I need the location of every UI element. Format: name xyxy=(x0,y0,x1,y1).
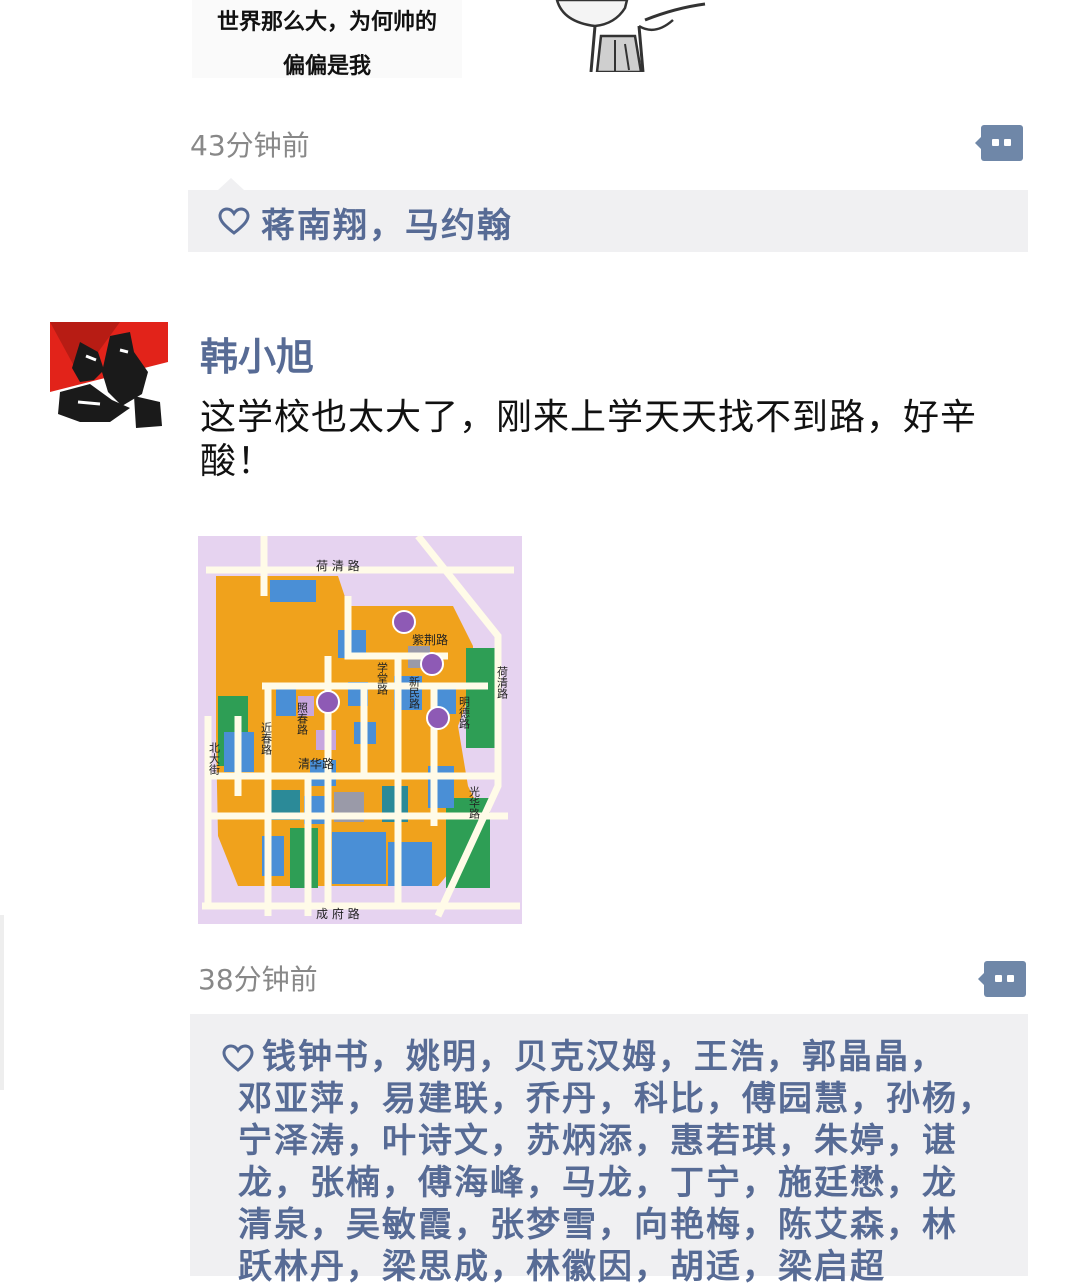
map-label-top-road: 荷 清 路 xyxy=(316,558,360,573)
campus-map-image[interactable]: 荷 清 路 紫荆路 清华路 成 府 路 荷清路 学堂路 新民路 明德路 照春路 … xyxy=(198,536,522,924)
map-label-qinghua: 清华路 xyxy=(298,756,334,771)
map-label-guanghua: 光华路 xyxy=(468,785,481,820)
likes-line[interactable]: 跃林丹，梁思成，林徽因，胡适，梁启超 xyxy=(238,1246,886,1288)
likes-line[interactable]: 邓亚萍，易建联，乔丹，科比，傅园慧，孙杨， xyxy=(238,1078,994,1120)
likes-panel-2: 钱钟书，姚明，贝克汉姆，王浩，郭晶晶， 邓亚萍，易建联，乔丹，科比，傅园慧，孙杨… xyxy=(190,1014,1028,1287)
likes-line[interactable]: 宁泽涛，叶诗文，苏炳添，惠若琪，朱婷，谌 xyxy=(238,1120,958,1162)
meme-image[interactable]: 世界那么大，为何帅的 偏偏是我 xyxy=(192,0,462,79)
comment-bubble-icon[interactable] xyxy=(978,960,1028,1000)
likes-line[interactable]: 清泉，吴敏霞，张梦雪，向艳梅，陈艾森，林 xyxy=(238,1204,958,1246)
likes-pointer xyxy=(218,178,244,190)
likes-panel: 蒋南翔，马约翰 xyxy=(188,190,1028,252)
map-label-zijing: 紫荆路 xyxy=(412,632,448,647)
post-timestamp-2: 38分钟前 xyxy=(198,963,318,996)
meme-caption-line1: 世界那么大，为何帅的 xyxy=(216,10,437,35)
map-label-jinchun: 近春路 xyxy=(260,722,273,756)
map-label-chengfu: 成 府 路 xyxy=(316,906,360,921)
post-username[interactable]: 韩小旭 xyxy=(200,326,314,381)
map-label-zhaochun: 照春路 xyxy=(296,702,309,736)
map-label-beidajie: 北大街 xyxy=(208,742,221,776)
map-label-xinmin: 新民路 xyxy=(408,675,421,710)
comment-bubble-icon[interactable] xyxy=(975,124,1025,164)
meme-figure-image[interactable] xyxy=(555,0,715,72)
map-label-heqing-right: 荷清路 xyxy=(496,666,509,700)
meme-caption-line2: 偏偏是我 xyxy=(282,54,371,79)
user-avatar[interactable] xyxy=(50,322,168,434)
map-label-mingde: 明德路 xyxy=(458,696,471,730)
like-heart-icon xyxy=(222,1044,254,1072)
post-timestamp: 43分钟前 xyxy=(190,129,310,162)
map-label-xuetang: 学堂路 xyxy=(376,661,389,696)
likes-line[interactable]: 钱钟书，姚明，贝克汉姆，王浩，郭晶晶， xyxy=(262,1036,946,1078)
likes-names[interactable]: 蒋南翔，马约翰 xyxy=(261,198,513,247)
post-text: 这学校也太大了，刚来上学天天找不到路，好辛酸！ xyxy=(200,397,978,482)
left-edge-divider xyxy=(0,915,4,1090)
like-heart-icon xyxy=(218,207,250,235)
likes-line[interactable]: 龙，张楠，傅海峰，马龙，丁宁，施廷懋，龙 xyxy=(238,1162,958,1204)
